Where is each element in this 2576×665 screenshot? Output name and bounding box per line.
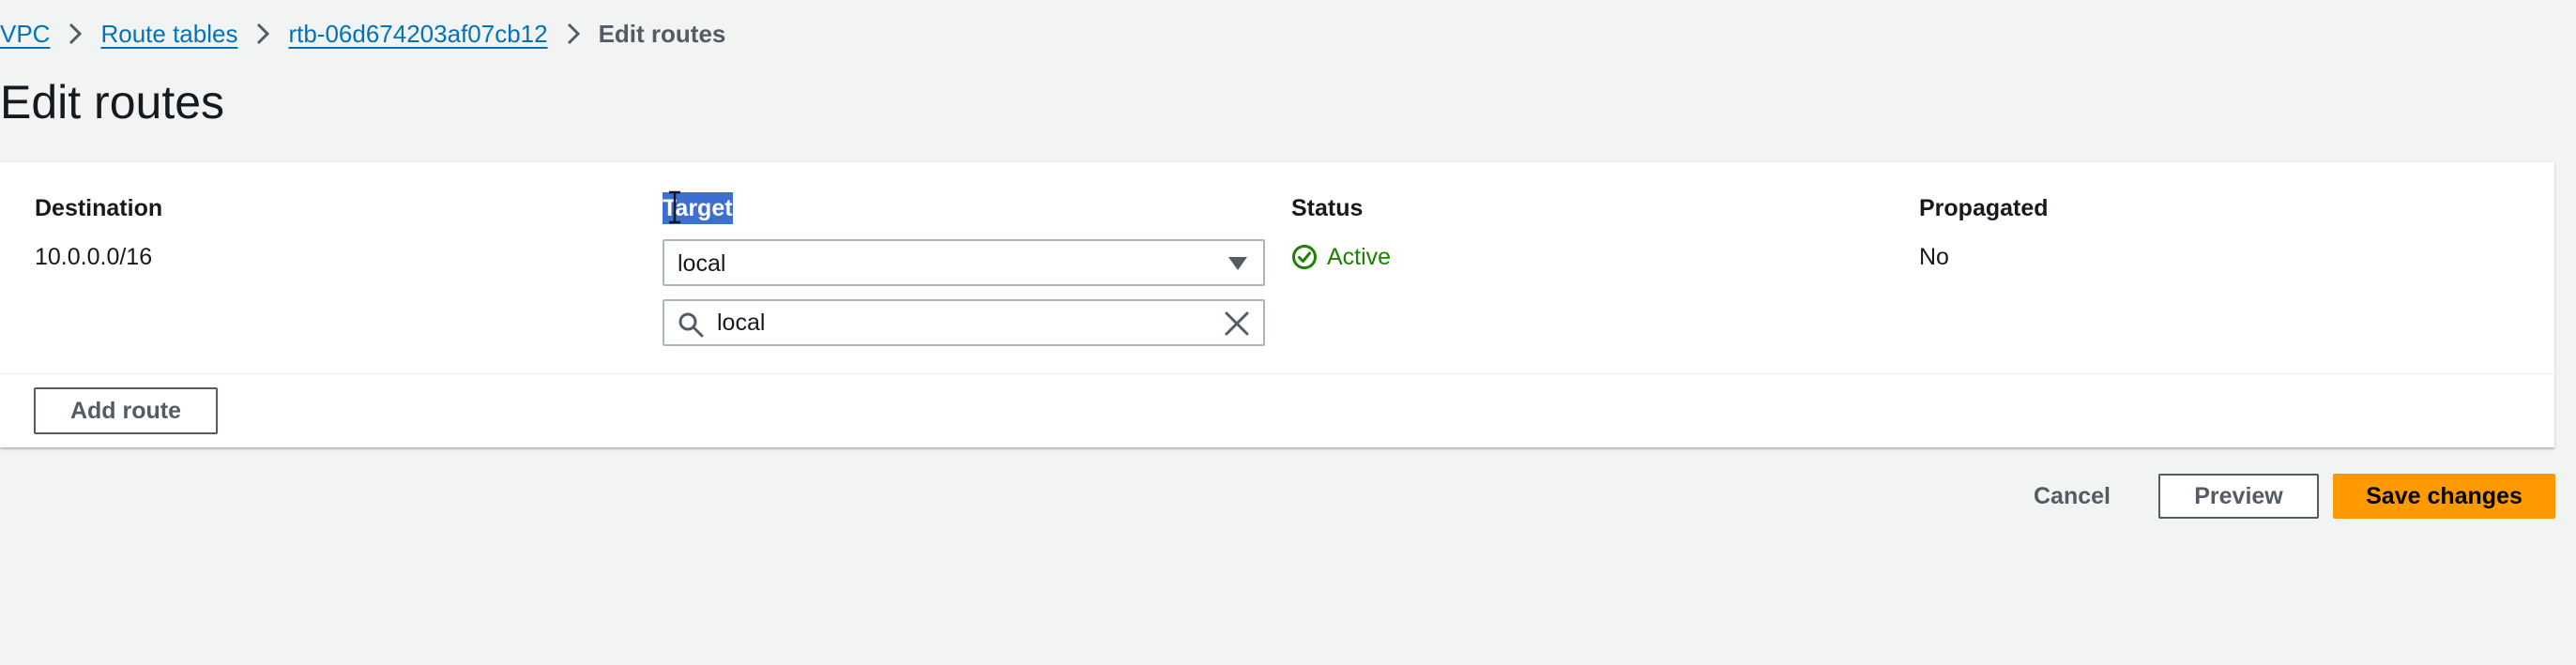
text-cursor-icon [669, 190, 680, 224]
check-circle-icon [1292, 245, 1317, 269]
caret-down-icon [1228, 257, 1247, 270]
column-header-propagated: Propagated [1919, 195, 2049, 221]
chevron-right-icon [50, 17, 100, 51]
chevron-right-icon [237, 17, 288, 51]
breadcrumb-vpc-link[interactable]: VPC [0, 20, 50, 49]
chevron-right-icon [548, 17, 599, 51]
route-destination: 10.0.0.0/16 [35, 244, 153, 270]
column-header-destination: Destination [35, 195, 163, 221]
target-select[interactable]: local [663, 239, 1265, 286]
target-search-input[interactable] [717, 307, 1205, 339]
route-propagated: No [1919, 244, 1949, 270]
close-icon[interactable] [1224, 310, 1250, 337]
add-route-button[interactable]: Add route [34, 387, 218, 434]
route-status-text: Active [1327, 243, 1392, 270]
panel-divider [0, 373, 2554, 374]
search-icon [678, 312, 704, 338]
target-search-field[interactable] [663, 299, 1265, 346]
breadcrumb: VPC Route tables rtb-06d674203af07cb12 E… [0, 17, 725, 51]
routes-panel: Destination Target Status Propagated 10.… [0, 161, 2554, 447]
column-header-status: Status [1291, 195, 1364, 221]
breadcrumb-route-table-id-link[interactable]: rtb-06d674203af07cb12 [288, 20, 547, 49]
preview-button[interactable]: Preview [2158, 474, 2319, 519]
target-select-value: local [678, 250, 726, 277]
page-title: Edit routes [0, 76, 225, 128]
breadcrumb-current: Edit routes [598, 19, 726, 48]
cancel-button[interactable]: Cancel [2018, 474, 2126, 519]
breadcrumb-route-tables-link[interactable]: Route tables [100, 20, 237, 49]
save-changes-button[interactable]: Save changes [2333, 474, 2555, 519]
route-status: Active [1291, 241, 1391, 273]
